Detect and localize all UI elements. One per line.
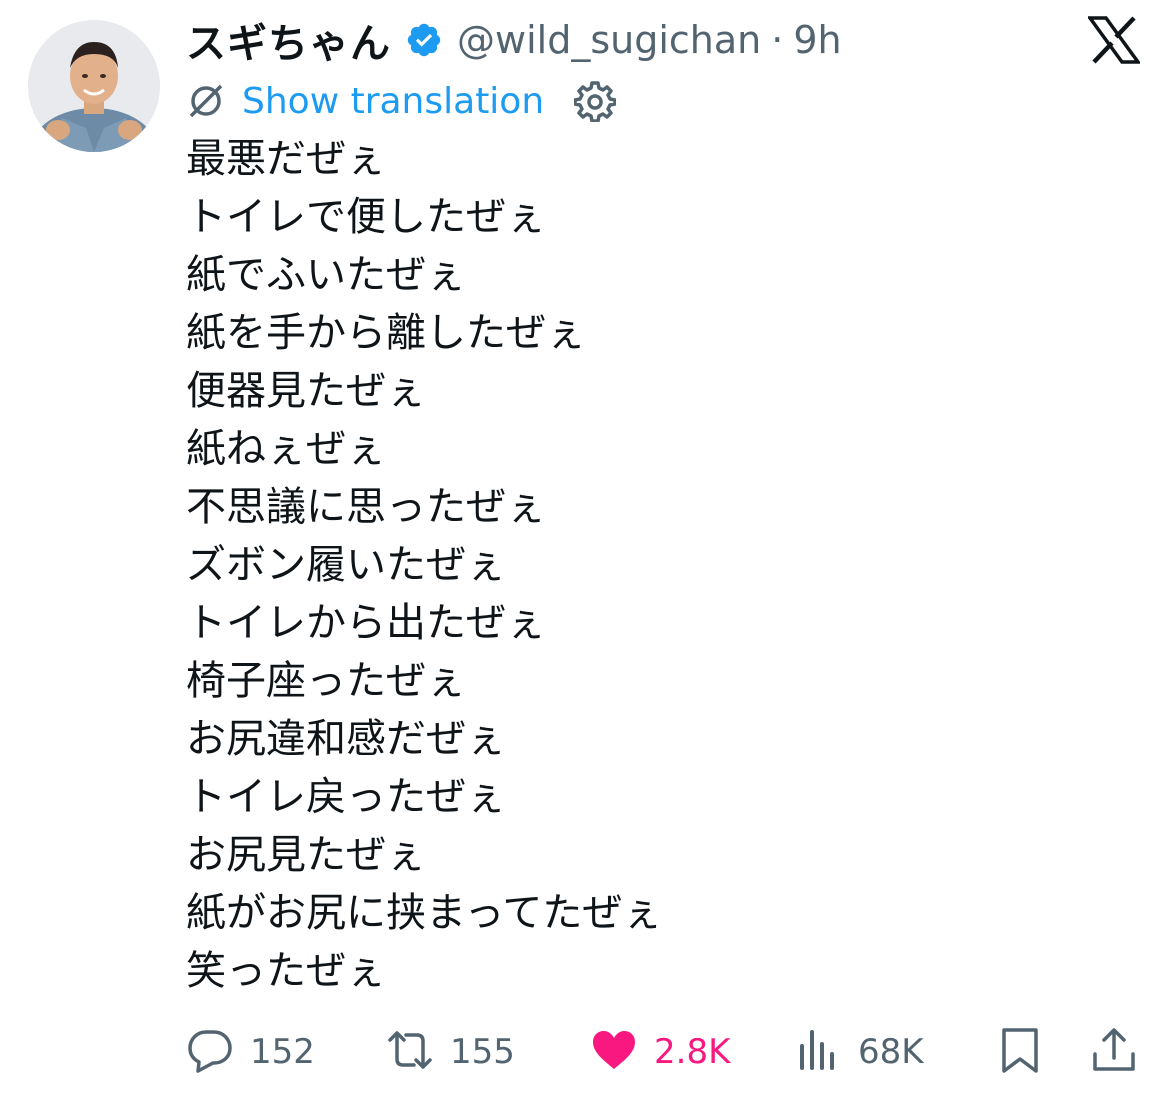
translate-row: Show translation [186,78,617,124]
repost-count: 155 [450,1032,515,1072]
views-icon [794,1026,842,1078]
show-translation-link[interactable]: Show translation [242,81,544,122]
action-bar: 152 155 2.8K 68K [0,1022,1170,1082]
tweet-card: スギちゃん @wild_sugichan · 9h Show translati… [0,0,1170,1098]
avatar[interactable] [28,20,160,152]
separator-dot: · [771,18,784,62]
tweet-line: 不思議に思ったぜぇ [186,484,546,530]
tweet-line: トイレ戻ったぜぇ [186,774,506,820]
verified-badge-icon [405,21,443,59]
share-button[interactable] [1090,1022,1138,1082]
tweet-line: 椅子座ったぜぇ [186,658,466,704]
views-button[interactable]: 68K [794,1022,924,1082]
like-button[interactable]: 2.8K [590,1022,730,1082]
tweet-line: トイレから出たぜぇ [186,600,546,646]
repost-icon [386,1026,434,1078]
repost-button[interactable]: 155 [386,1022,515,1082]
views-count: 68K [858,1032,924,1072]
tweet-line: ズボン履いたぜぇ [186,542,506,588]
tweet-body: 最悪だぜぇ トイレで便したぜぇ 紙でふいたぜぇ 紙を手から離したぜぇ 便器見たぜ… [186,130,1126,1000]
tweet-line: お尻違和感だぜぇ [186,716,506,762]
like-count: 2.8K [654,1032,731,1072]
reply-button[interactable]: 152 [186,1022,315,1082]
tweet-line: お尻見たぜぇ [186,832,426,878]
tweet-line: 紙がお尻に挟まってたぜぇ [186,890,663,936]
tweet-line: 笑ったぜぇ [186,948,386,994]
tweet-line: 紙でふいたぜぇ [186,252,466,298]
display-name[interactable]: スギちゃん [186,11,391,69]
bookmark-icon [996,1026,1044,1078]
reply-count: 152 [250,1032,315,1072]
tweet-header: スギちゃん @wild_sugichan · 9h [186,10,842,70]
tweet-line: トイレで便したぜぇ [186,194,546,240]
tweet-line: 便器見たぜぇ [186,368,426,414]
tweet-line: 紙ねぇぜぇ [186,426,386,472]
share-icon [1090,1026,1138,1078]
reply-icon [186,1026,234,1078]
x-logo-icon [1086,16,1142,64]
post-time[interactable]: 9h [793,18,841,62]
translate-icon [186,81,226,121]
gear-icon[interactable] [573,80,617,123]
tweet-line: 紙を手から離したぜぇ [186,310,586,356]
author-handle[interactable]: @wild_sugichan [457,18,761,62]
heart-icon [590,1026,638,1078]
bookmark-button[interactable] [996,1022,1044,1082]
tweet-line: 最悪だぜぇ [186,136,386,182]
